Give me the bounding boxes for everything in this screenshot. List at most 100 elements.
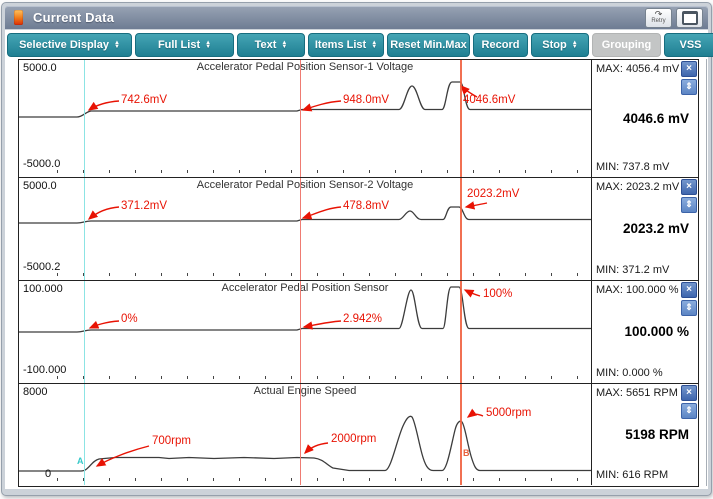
expand-button[interactable]: ⇕ [681, 79, 697, 95]
graph-panel-aps-percent: 100.000 Accelerator Pedal Position Senso… [19, 281, 698, 384]
toolbar-button-full-list[interactable]: Full List ▲▼ [135, 33, 234, 57]
up-down-arrow-icon: ⇕ [685, 302, 693, 312]
retry-label: Retry [651, 18, 665, 24]
graph-panel-aps1-voltage: 5000.0 Accelerator Pedal Position Sensor… [19, 60, 698, 178]
min-readout: MIN: 371.2 mV [596, 264, 669, 276]
cursor-a-line[interactable] [84, 60, 85, 177]
waveform [19, 384, 591, 485]
annotation-value: 2.942% [343, 313, 382, 325]
current-value: 2023.2 mV [623, 221, 689, 236]
scale-min-label: -5000.0 [23, 158, 60, 170]
min-readout: MIN: 737.8 mV [596, 161, 669, 173]
current-value: 100.000 % [624, 324, 689, 339]
toolbar-button-text[interactable]: Text ▲▼ [237, 33, 305, 57]
tick-axis [57, 478, 587, 481]
cursor-a-line[interactable] [84, 178, 85, 280]
min-readout: MIN: 616 RPM [596, 469, 668, 481]
spinner-icon: ▲▼ [572, 41, 578, 50]
plot-area[interactable]: 5000.0 Accelerator Pedal Position Sensor… [19, 60, 592, 177]
spinner-icon: ▲▼ [371, 41, 377, 50]
annotation-value: 700rpm [152, 435, 191, 447]
cursor-b-line[interactable] [460, 281, 462, 383]
toolbar-button-grouping[interactable]: Grouping [592, 33, 661, 57]
value-readout-panel: MAX: 4056.4 mV 4046.6 mV MIN: 737.8 mV ×… [592, 60, 698, 177]
tick-axis [57, 273, 587, 276]
app-window: Current Data ↷ Retry Selective Display ▲… [1, 2, 712, 496]
title-bar: Current Data ↷ Retry [5, 6, 708, 29]
graph-panel-engine-speed: 8000 Actual Engine Speed 700rpm 2000rpm … [19, 384, 698, 485]
max-readout: MAX: 2023.2 mV [596, 181, 679, 193]
value-readout-panel: MAX: 100.000 % 100.000 % MIN: 0.000 % × … [592, 281, 698, 383]
toolbar-button-reset-minmax[interactable]: Reset Min.Max [387, 33, 470, 57]
scale-min-label: -100.000 [23, 364, 66, 376]
toolbar-button-record[interactable]: Record [473, 33, 528, 57]
annotation-value: 2000rpm [331, 433, 376, 445]
expand-button[interactable]: ⇕ [681, 300, 697, 316]
annotation-value: 100% [483, 288, 512, 300]
retry-button[interactable]: ↷ Retry [645, 8, 672, 28]
annotation-value: 5000rpm [486, 407, 531, 419]
plot-area[interactable]: 100.000 Accelerator Pedal Position Senso… [19, 281, 592, 383]
close-button[interactable]: × [681, 179, 697, 195]
close-icon: × [686, 387, 692, 398]
waveform [19, 60, 591, 177]
cursor-b-line[interactable] [460, 384, 462, 485]
toolbar-button-vss[interactable]: VSS [664, 33, 713, 57]
toolbar-button-items-list[interactable]: Items List ▲▼ [308, 33, 384, 57]
cursor-a-line[interactable] [84, 281, 85, 383]
min-readout: MIN: 0.000 % [596, 367, 663, 379]
expand-button[interactable]: ⇕ [681, 197, 697, 213]
cursor-b-line[interactable] [460, 60, 462, 177]
cursor-red-line[interactable] [300, 60, 301, 177]
graph-stack: 5000.0 Accelerator Pedal Position Sensor… [18, 59, 699, 487]
window-box-icon [682, 11, 698, 25]
right-gutter [706, 59, 707, 486]
annotation-value: 742.6mV [121, 94, 167, 106]
close-button[interactable]: × [681, 385, 697, 401]
window-title: Current Data [33, 10, 114, 25]
plot-area[interactable]: 5000.0 Accelerator Pedal Position Sensor… [19, 178, 592, 280]
cursor-b-line[interactable] [460, 178, 462, 280]
spinner-icon: ▲▼ [281, 41, 287, 50]
value-readout-panel: MAX: 5651 RPM 5198 RPM MIN: 616 RPM × ⇕ [592, 384, 698, 485]
value-readout-panel: MAX: 2023.2 mV 2023.2 mV MIN: 371.2 mV ×… [592, 178, 698, 280]
plot-area[interactable]: 8000 Actual Engine Speed 700rpm 2000rpm … [19, 384, 592, 485]
toolbar-button-stop[interactable]: Stop ▲▼ [531, 33, 589, 57]
scale-min-label: -5000.2 [23, 261, 60, 273]
up-down-arrow-icon: ⇕ [685, 199, 693, 209]
cursor-red-line[interactable] [300, 178, 301, 280]
toolbar-button-selective-display[interactable]: Selective Display ▲▼ [7, 33, 132, 57]
spinner-icon: ▲▼ [114, 41, 120, 50]
panel-title: Accelerator Pedal Position Sensor-1 Volt… [19, 61, 591, 73]
annotation-value: 0% [121, 313, 138, 325]
scale-min-label: 0 [45, 468, 51, 480]
restore-window-button[interactable] [676, 8, 703, 28]
annotation-value: 4046.6mV [463, 94, 515, 106]
up-down-arrow-icon: ⇕ [685, 405, 693, 415]
close-button[interactable]: × [681, 61, 697, 77]
max-readout: MAX: 4056.4 mV [596, 63, 679, 75]
cursor-red-line[interactable] [300, 384, 301, 485]
expand-button[interactable]: ⇕ [681, 403, 697, 419]
cursor-a-line[interactable] [84, 384, 85, 485]
annotation-value: 478.8mV [343, 200, 389, 212]
close-button[interactable]: × [681, 282, 697, 298]
current-value: 4046.6 mV [623, 110, 689, 125]
close-icon: × [686, 181, 692, 192]
titlebar-buttons: ↷ Retry [645, 8, 703, 28]
current-value: 5198 RPM [625, 426, 689, 441]
annotation-value: 948.0mV [343, 94, 389, 106]
cursor-red-line[interactable] [300, 281, 301, 383]
app-icon [14, 10, 23, 25]
max-readout: MAX: 5651 RPM [596, 387, 678, 399]
retry-icon: ↷ [655, 11, 663, 18]
annotation-value: 371.2mV [121, 200, 167, 212]
content-area: Selective Display ▲▼ Full List ▲▼ Text ▲… [5, 30, 708, 489]
tick-axis [57, 376, 587, 379]
close-icon: × [686, 63, 692, 74]
panel-title: Actual Engine Speed [19, 385, 591, 397]
max-readout: MAX: 100.000 % [596, 284, 679, 296]
cursor-a-label: A [77, 456, 84, 466]
annotation-value: 2023.2mV [467, 188, 519, 200]
up-down-arrow-icon: ⇕ [685, 81, 693, 91]
